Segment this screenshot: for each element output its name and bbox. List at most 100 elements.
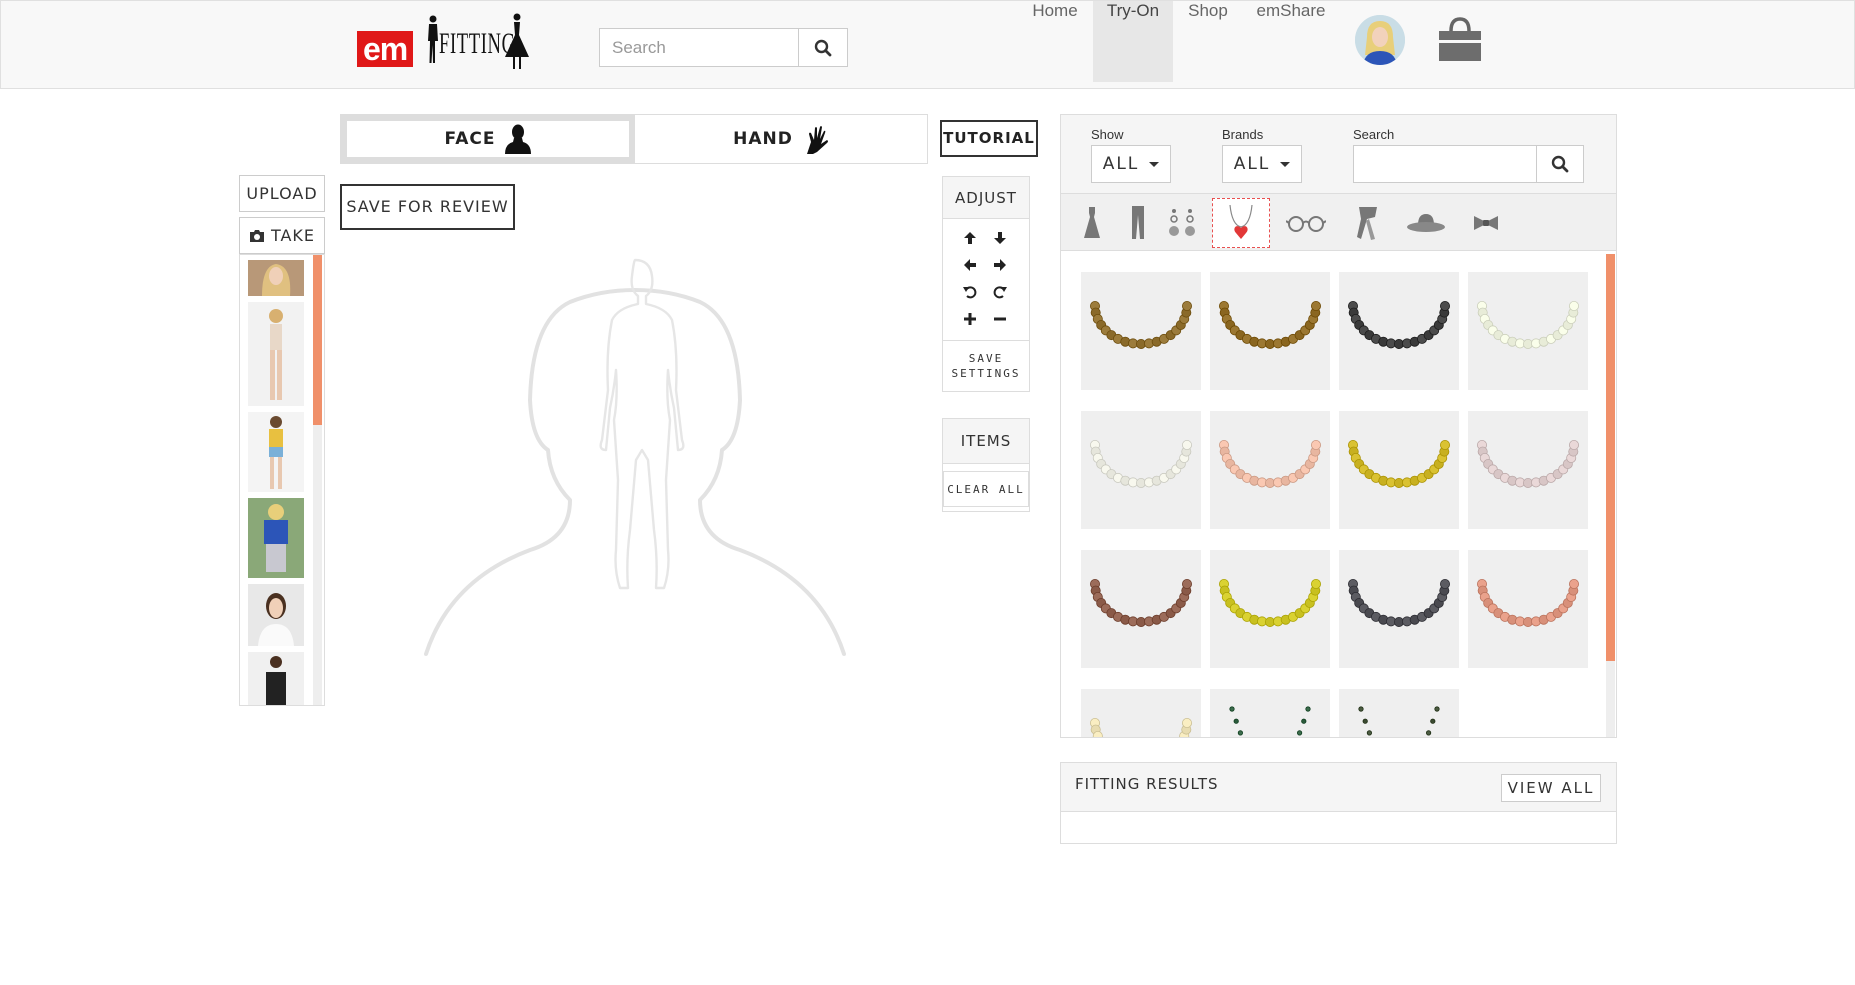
- site-logo[interactable]: em FITTING: [357, 13, 529, 73]
- necklace-image: [1089, 717, 1193, 737]
- show-select-value: ALL: [1102, 154, 1140, 174]
- rotate-left-icon[interactable]: [957, 281, 983, 303]
- pants-icon[interactable]: [1123, 198, 1153, 248]
- photo-thumbnail-image: [248, 302, 304, 406]
- photo-thumbnail[interactable]: [248, 652, 304, 705]
- search-icon: [1551, 155, 1569, 173]
- adjust-panel: ADJUST SAVE SETTINGS: [942, 176, 1030, 392]
- save-settings-button[interactable]: SAVE SETTINGS: [943, 340, 1029, 391]
- plus-icon[interactable]: [957, 308, 983, 330]
- necklace-image: [1229, 706, 1311, 736]
- view-all-button[interactable]: VIEW ALL: [1501, 774, 1601, 802]
- product-tile[interactable]: [1081, 272, 1201, 390]
- tab-face[interactable]: FACE: [341, 115, 635, 163]
- product-tile[interactable]: [1081, 689, 1201, 737]
- items-title: ITEMS: [943, 419, 1029, 464]
- tab-hand-label: HAND: [733, 129, 793, 149]
- arrow-right-icon[interactable]: [987, 254, 1013, 276]
- product-tile[interactable]: [1210, 272, 1330, 390]
- necklace-image: [1476, 578, 1580, 628]
- product-tile[interactable]: [1339, 411, 1459, 529]
- brands-select-value: ALL: [1233, 154, 1271, 174]
- take-photo-button[interactable]: TAKE: [239, 217, 325, 254]
- nav-link-emshare[interactable]: emShare: [1243, 1, 1339, 82]
- save-for-review-button[interactable]: SAVE FOR REVIEW: [340, 184, 515, 230]
- minus-icon[interactable]: [987, 308, 1013, 330]
- chevron-down-icon: [1280, 161, 1291, 167]
- product-tile[interactable]: [1468, 550, 1588, 668]
- product-tile[interactable]: [1468, 411, 1588, 529]
- product-tile[interactable]: [1081, 550, 1201, 668]
- show-select[interactable]: ALL: [1091, 145, 1171, 183]
- photo-thumbnail-image: [248, 498, 304, 578]
- necklace-image: [1347, 300, 1451, 350]
- photo-thumbnail-list[interactable]: [239, 254, 325, 706]
- user-avatar[interactable]: [1355, 15, 1405, 65]
- product-search-button[interactable]: [1536, 145, 1584, 183]
- mode-toggle: FACE HAND: [340, 114, 928, 164]
- search-icon: [814, 39, 832, 56]
- arrow-down-icon[interactable]: [987, 227, 1013, 249]
- glasses-icon[interactable]: [1277, 198, 1335, 248]
- necklace-icon[interactable]: [1212, 198, 1270, 248]
- product-tile[interactable]: [1210, 411, 1330, 529]
- necklace-image: [1476, 439, 1580, 489]
- photo-thumbnail[interactable]: [248, 584, 304, 646]
- photo-thumbnail-image: [248, 652, 304, 705]
- nav-link-home[interactable]: Home: [1017, 1, 1093, 82]
- product-tile[interactable]: [1468, 272, 1588, 390]
- necklace-image: [1218, 578, 1322, 628]
- product-panel: Show ALL Brands ALL Search: [1060, 114, 1617, 738]
- product-grid[interactable]: [1061, 252, 1616, 737]
- nav-search-input[interactable]: Search: [599, 28, 799, 67]
- necklace-image: [1347, 578, 1451, 628]
- product-tile[interactable]: [1081, 411, 1201, 529]
- filter-bar: Show ALL Brands ALL Search: [1061, 115, 1616, 194]
- necklace-image: [1089, 578, 1193, 628]
- necklace-image: [1089, 439, 1193, 489]
- photo-thumbnail[interactable]: [248, 302, 304, 406]
- thumbnail-scrollbar-thumb[interactable]: [313, 255, 322, 425]
- fitting-results-panel: FITTING RESULTS VIEW ALL: [1060, 762, 1617, 844]
- fitting-results-title: FITTING RESULTS: [1075, 775, 1219, 793]
- save-settings-line1: SAVE: [968, 352, 1004, 365]
- product-tile[interactable]: [1210, 689, 1330, 737]
- shopping-bag-icon[interactable]: [1434, 13, 1486, 65]
- product-search-input[interactable]: [1353, 145, 1537, 183]
- top-navbar: em FITTING Search Home Try-On Shop emSha…: [0, 0, 1855, 89]
- product-search-label: Search: [1353, 127, 1395, 142]
- necklace-image: [1089, 300, 1193, 350]
- tab-hand[interactable]: HAND: [635, 115, 927, 163]
- arrow-up-icon[interactable]: [957, 227, 983, 249]
- product-tile[interactable]: [1339, 689, 1459, 737]
- hand-silhouette-icon: [806, 126, 828, 154]
- avatar-photo: [1355, 15, 1405, 65]
- product-tile[interactable]: [1210, 550, 1330, 668]
- nav-search-button[interactable]: [798, 28, 848, 67]
- upload-button[interactable]: UPLOAD: [239, 175, 325, 212]
- bowtie-icon[interactable]: [1457, 198, 1515, 248]
- rotate-right-icon[interactable]: [987, 281, 1013, 303]
- earrings-icon[interactable]: [1157, 198, 1207, 248]
- photo-thumbnail[interactable]: [248, 260, 304, 296]
- body-silhouette-placeholder: [424, 258, 846, 656]
- clear-all-button[interactable]: CLEAR ALL: [943, 471, 1029, 507]
- necklace-image: [1476, 300, 1580, 350]
- camera-icon: [249, 229, 264, 242]
- photo-thumbnail[interactable]: [248, 498, 304, 578]
- scarf-icon[interactable]: [1339, 198, 1397, 248]
- tutorial-button[interactable]: TUTORIAL: [940, 120, 1038, 157]
- hat-icon[interactable]: [1397, 198, 1455, 248]
- product-grid-scrollbar-thumb[interactable]: [1606, 254, 1615, 661]
- necklace-image: [1218, 300, 1322, 350]
- logo-em-text: em: [357, 31, 414, 67]
- arrow-left-icon[interactable]: [957, 254, 983, 276]
- brands-select[interactable]: ALL: [1222, 145, 1302, 183]
- nav-link-shop[interactable]: Shop: [1173, 1, 1243, 82]
- nav-link-try-on[interactable]: Try-On: [1093, 1, 1173, 82]
- product-tile[interactable]: [1339, 272, 1459, 390]
- brands-label: Brands: [1222, 127, 1264, 142]
- dress-icon[interactable]: [1063, 198, 1121, 248]
- photo-thumbnail[interactable]: [248, 412, 304, 492]
- product-tile[interactable]: [1339, 550, 1459, 668]
